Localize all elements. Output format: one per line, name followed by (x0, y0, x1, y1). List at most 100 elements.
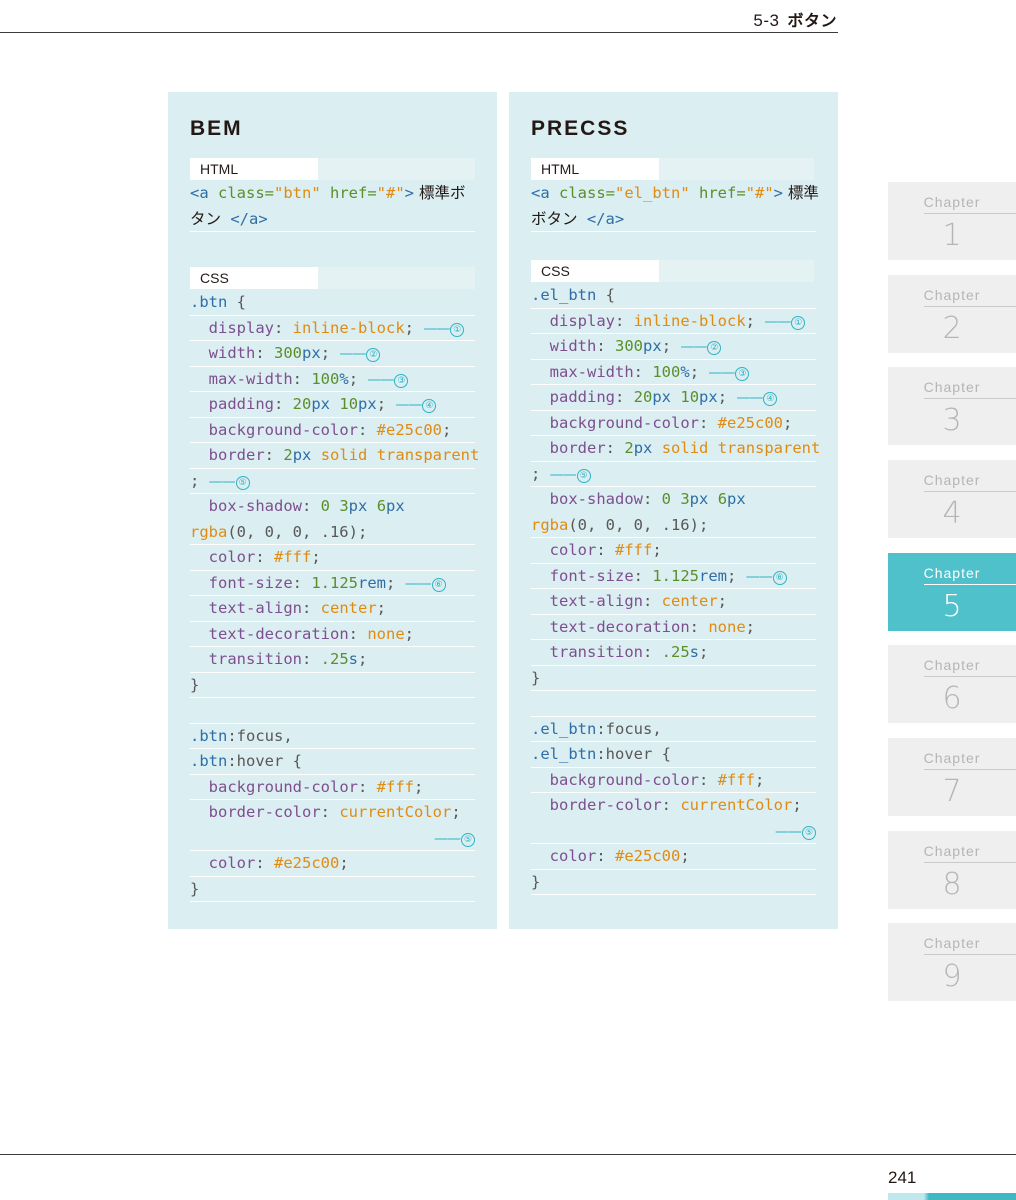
code-line: .el_btn { (531, 283, 816, 309)
code-line: box-shadow: 0 3px 6px (549, 490, 746, 508)
code-line: <a class="btn" href="#"> 標準ボ (190, 184, 466, 202)
panel-title: BEM (190, 117, 243, 140)
chapter-tab-1[interactable]: Chapter 1 (888, 182, 1016, 260)
chapter-number: 6 (942, 681, 962, 716)
code-line: text-decoration: none; (531, 615, 816, 640)
chapter-number: 2 (942, 311, 962, 346)
label-bar (318, 267, 475, 289)
chapter-label: Chapter (923, 935, 981, 951)
chapter-tab-7[interactable]: Chapter 7 (888, 738, 1016, 816)
code-line: border-color: currentColor; (208, 803, 461, 821)
code-line: .btn { (190, 290, 475, 316)
code-line: } (190, 673, 475, 698)
marker-6: —— ⑥ (405, 576, 446, 592)
code-line: } (531, 666, 816, 691)
chapter-tab-3[interactable]: Chapter 3 (888, 367, 1016, 445)
code-line: —— ⑤ (531, 819, 816, 844)
code-line: transition: .25s; (531, 640, 816, 666)
code-line: width: 300px; —— ② (190, 341, 475, 367)
panel-title: PRECSS (531, 117, 630, 140)
chapter-number: 5 (942, 589, 962, 624)
chapter-number: 7 (942, 774, 962, 809)
code-line: width: 300px; —— ② (531, 334, 816, 360)
marker-6: —— ⑥ (746, 569, 787, 585)
chapter-number: 1 (942, 218, 962, 253)
chapter-tab-4[interactable]: Chapter 4 (888, 460, 1016, 538)
label-bar (659, 260, 814, 282)
chapter-tab-9[interactable]: Chapter 9 (888, 923, 1016, 1001)
code-line: border-color: currentColor; (549, 796, 802, 814)
code-line: padding: 20px 10px; —— ④ (531, 385, 816, 411)
marker-1: —— ① (423, 321, 465, 337)
marker-3: —— ③ (708, 365, 750, 381)
code-line: ボタン </a> (531, 207, 816, 232)
code-line: border: 2px solid transparent (531, 436, 820, 462)
code-line: .el_btn:focus, (531, 717, 816, 742)
code-line: font-size: 1.125rem; —— ⑥ (190, 571, 475, 596)
marker-5: —— ⑤ (434, 831, 475, 847)
code-line: font-size: 1.125rem; —— ⑥ (531, 564, 816, 589)
code-line: } (531, 870, 816, 895)
chapter-number: 9 (942, 959, 962, 994)
code-line: text-align: center; (190, 596, 475, 622)
code-line: <a class="el_btn" href="#"> 標準 (531, 184, 819, 202)
code-line: background-color: #fff; (190, 775, 475, 800)
code-line: —— ⑤ (190, 826, 475, 851)
code-line: タン </a> (190, 207, 475, 232)
chapter-tab-6[interactable]: Chapter 6 (888, 645, 1016, 723)
chapter-label: Chapter (923, 287, 981, 303)
css-label: CSS (531, 260, 659, 282)
html-label: HTML (190, 158, 318, 180)
html-code-block: <a class="el_btn" href="#"> 標準 ボタン </a> (531, 181, 819, 232)
code-line: .btn:focus, (190, 724, 475, 749)
marker-4: —— ④ (736, 390, 778, 406)
code-line: color: #e25c00; (531, 844, 816, 870)
marker-5: —— ⑤ (775, 824, 816, 840)
marker-2: —— ② (680, 339, 722, 355)
chapter-number: 8 (942, 867, 962, 902)
bem-panel: BEM HTML <a class="btn" href="#"> 標準ボ タン… (168, 92, 497, 929)
page-number-bar (888, 1193, 1016, 1200)
code-line: .el_btn:hover { (531, 742, 816, 768)
chapter-label: Chapter (923, 379, 981, 395)
marker-1: —— ① (764, 314, 806, 330)
chapter-label: Chapter (923, 565, 981, 581)
marker-3: —— ③ (367, 372, 409, 388)
code-line: background-color: #e25c00; (531, 411, 816, 436)
css-code-block: .el_btn { display: inline-block; —— ① wid… (531, 283, 820, 895)
html-label: HTML (531, 158, 659, 180)
chapter-tab-8[interactable]: Chapter 8 (888, 831, 1016, 909)
precss-panel: PRECSS HTML <a class="el_btn" href="#"> … (509, 92, 838, 929)
css-label: CSS (190, 267, 318, 289)
code-line: rgba(0, 0, 0, .16); (531, 513, 816, 538)
marker-5: —— ⑤ (209, 474, 250, 490)
code-line: padding: 20px 10px; —— ④ (190, 392, 475, 418)
code-line: display: inline-block; —— ① (531, 309, 816, 334)
chapter-number: 4 (942, 496, 962, 531)
page-number: 241 (888, 1168, 917, 1187)
code-line: background-color: #e25c00; (190, 418, 475, 443)
chapter-label: Chapter (923, 843, 981, 859)
label-bar (659, 158, 814, 180)
html-code-block: <a class="btn" href="#"> 標準ボ タン </a> (190, 181, 475, 232)
marker-4: —— ④ (395, 397, 437, 413)
code-line: background-color: #fff; (531, 768, 816, 793)
chapter-tab-2[interactable]: Chapter 2 (888, 275, 1016, 353)
code-line: color: #fff; (190, 545, 475, 571)
code-line: max-width: 100%; —— ③ (190, 367, 475, 392)
code-line (531, 691, 816, 717)
code-line: rgba(0, 0, 0, .16); (190, 520, 475, 545)
chapter-label: Chapter (923, 472, 981, 488)
chapter-label: Chapter (923, 657, 981, 673)
chapter-tab-5[interactable]: Chapter 5 (888, 553, 1016, 631)
section-title: ボタン (787, 11, 837, 30)
code-line: text-decoration: none; (190, 622, 475, 647)
marker-2: —— ② (339, 346, 381, 362)
header-rule (0, 32, 838, 33)
code-line: max-width: 100%; —— ③ (531, 360, 816, 385)
footer-rule (0, 1154, 1016, 1155)
chapter-label: Chapter (923, 194, 981, 210)
code-line (190, 698, 475, 724)
code-line: color: #fff; (531, 538, 816, 564)
marker-5: —— ⑤ (550, 467, 591, 483)
